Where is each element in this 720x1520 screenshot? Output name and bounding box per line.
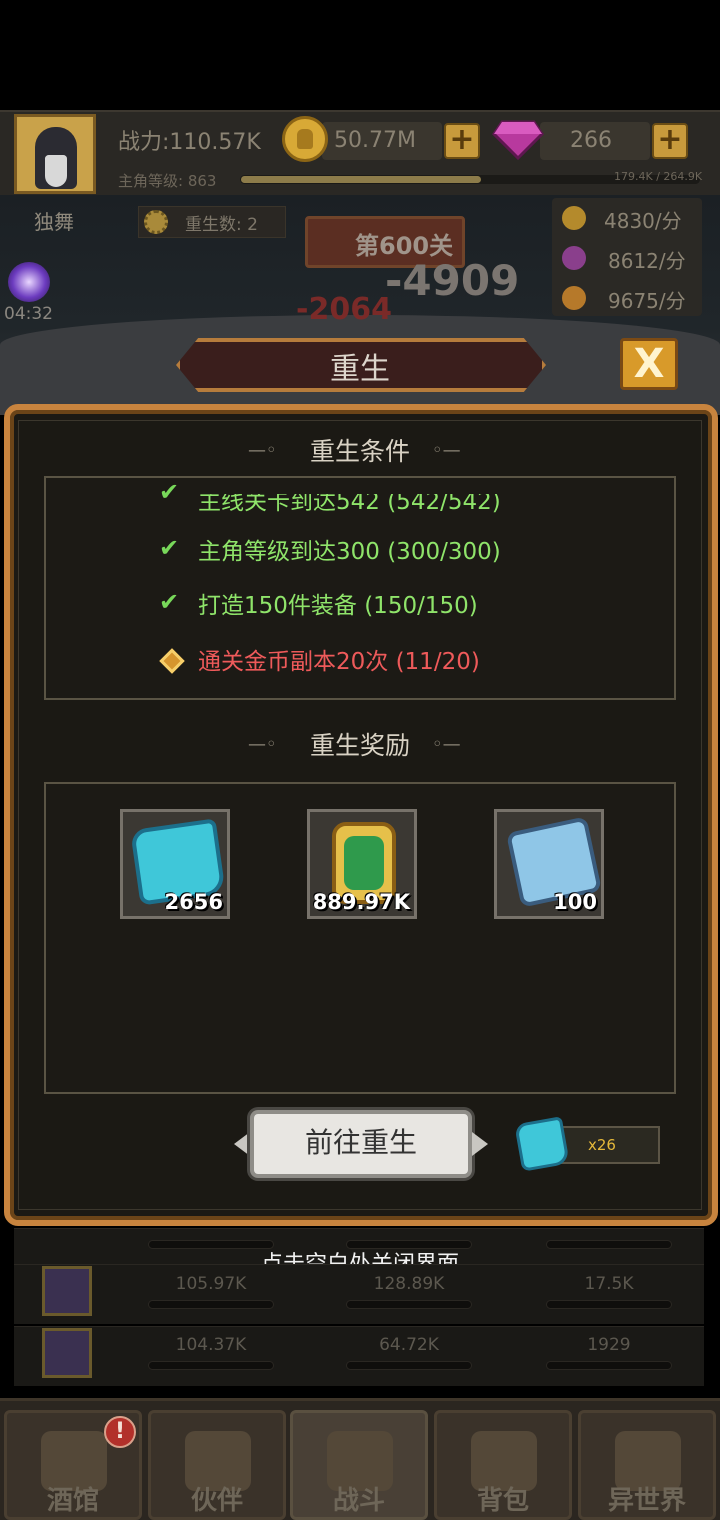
rewards-title: 重生奖励 [309,731,410,760]
stat-value: 104.37K [175,1335,247,1355]
check-icon: ✔ [159,534,180,562]
flame-rate-icon [562,246,586,270]
check-icon: ✔ [159,478,180,506]
hero-avatar[interactable] [14,114,96,194]
list-item[interactable] [14,1264,704,1324]
nav-label: 战斗 [332,1486,385,1516]
avatar [42,1328,92,1378]
add-gem-button[interactable]: + [652,123,688,159]
check-icon: ✔ [159,588,180,616]
stat-value: 1929 [587,1335,631,1355]
rune-stone-icon [514,1116,570,1172]
hero-level-label: 主角等级: 863 [118,172,217,190]
alert-badge: ! [104,1416,136,1448]
condition-item: 主角等级到达300 (300/300) [198,539,501,565]
rebirth-count: 重生数: 2 [185,215,258,235]
conditions-list[interactable]: ✔ 主线关卡到达542 (542/542) ✔ 主角等级到达300 (300/3… [44,476,676,700]
stat-bar [546,1361,672,1370]
ornament-right: ◦— [432,440,461,461]
flame-rate: 8612/分 [608,249,686,273]
reward-amount: 100 [553,890,597,914]
nav-label: 伙伴 [190,1486,243,1516]
avatar [42,1266,92,1316]
dialog-title: 重生 [330,352,390,387]
nav-partners[interactable]: 伙伴 [148,1410,286,1520]
reward-slot[interactable]: 2656 [120,809,230,919]
go-rebirth-button[interactable]: 前往重生 [250,1110,472,1178]
gem-amount: 266 [570,128,612,153]
stat-bar [346,1361,472,1370]
reward-slot[interactable]: 100 [494,809,604,919]
fire-rate-icon [562,286,586,310]
skill-timer: 04:32 [4,304,53,324]
button-arrow-left [234,1132,250,1156]
gold-coin-icon [282,116,328,162]
reward-amount: 889.97K [312,890,410,914]
fire-rate: 9675/分 [608,289,686,313]
skill-orb-icon[interactable] [8,262,50,302]
stat-bar [148,1300,274,1309]
condition-item-pending: 通关金币副本20次 (11/20) [198,649,480,675]
stat-value: 128.89K [373,1274,445,1294]
close-button[interactable]: X [620,338,678,390]
add-gold-button[interactable]: + [444,123,480,159]
gear-icon [144,210,168,234]
pending-diamond-icon [159,648,185,674]
nav-label: 背包 [476,1486,529,1516]
combat-power: 战力:110.57K [118,130,261,155]
nav-label: 酒馆 [46,1486,99,1516]
rebirth-cost: x26 [588,1136,616,1154]
stat-value: 64.72K [379,1335,439,1355]
stat-value: 17.5K [584,1274,634,1294]
stat-bar [546,1300,672,1309]
nav-backpack[interactable]: 背包 [434,1410,572,1520]
stat-bar [148,1361,274,1370]
gold-rate: 4830/分 [604,209,682,233]
gold-rate-icon [562,206,586,230]
damage-number: -2064 [296,292,392,327]
condition-item: 打造150件装备 (150/150) [198,593,478,619]
stat-bar [346,1300,472,1309]
gold-amount: 50.77M [334,128,416,153]
nav-battle[interactable]: 战斗 [290,1410,428,1520]
nav-label: 异世界 [607,1486,686,1516]
button-arrow-right [472,1132,488,1156]
gem-icon [492,120,544,160]
reward-slot[interactable]: 889.97K [307,809,417,919]
nav-otherworld[interactable]: 异世界 [578,1410,716,1520]
level-progress-fill [241,176,481,183]
stat-value: 105.97K [175,1274,247,1294]
damage-number: -4909 [385,256,520,305]
level-exp-text: 179.4K / 264.9K [614,170,703,183]
reward-amount: 2656 [164,890,223,914]
conditions-title: 重生条件 [309,437,410,466]
condition-item: 主线关卡到达542 (542/542) [198,489,501,515]
ornament-right: ◦— [432,734,461,755]
hero-name: 独舞 [34,210,74,234]
